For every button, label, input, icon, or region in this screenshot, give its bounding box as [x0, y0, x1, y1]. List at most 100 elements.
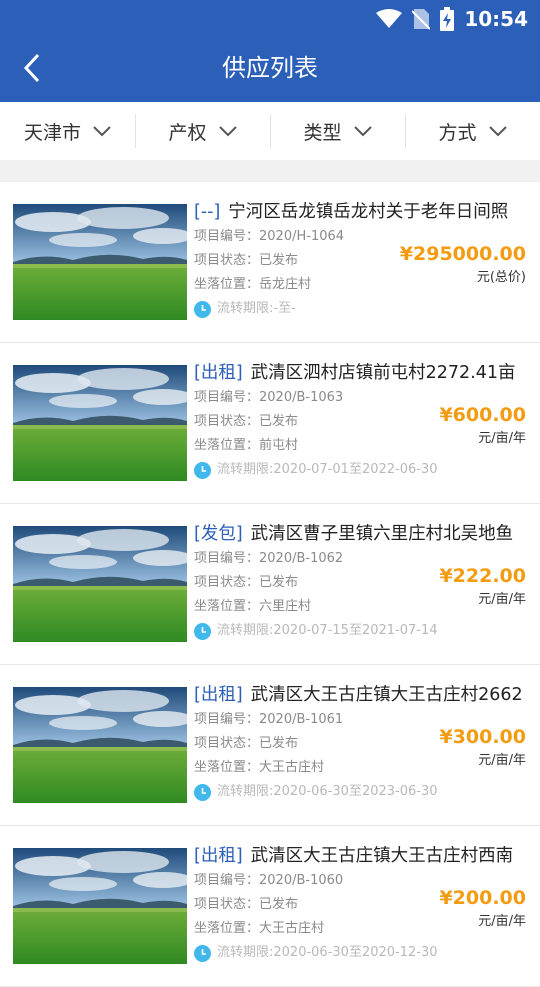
- item-price: ¥222.00 元/亩/年: [439, 562, 526, 610]
- period-value: 2020-07-15至2021-07-14: [273, 623, 438, 638]
- period-value: 2020-06-30至2020-12-30: [273, 945, 438, 960]
- app-header: 10:54 供应列表: [0, 0, 540, 102]
- field-thumbnail: [13, 204, 187, 320]
- clock-icon: [194, 783, 211, 801]
- price-amount: ¥300.00: [439, 726, 526, 748]
- field-thumbnail: [13, 526, 187, 642]
- field-thumbnail: [13, 687, 187, 803]
- item-title-text: 武清区泗村店镇前屯村2272.41亩: [250, 363, 516, 383]
- price-amount: ¥600.00: [439, 404, 526, 426]
- period-label: 流转期限:: [217, 301, 274, 316]
- filter-region[interactable]: 天津市: [0, 102, 135, 160]
- chevron-down-icon: [218, 125, 237, 136]
- period-value: 2020-07-01至2022-06-30: [273, 462, 438, 477]
- list-item[interactable]: [出租] 武清区泗村店镇前屯村2272.41亩 项目编号：2020/B-1063 …: [0, 343, 540, 504]
- price-unit: 元/亩/年: [478, 431, 526, 446]
- price-amount: ¥200.00: [439, 887, 526, 909]
- item-price: ¥600.00 元/亩/年: [439, 401, 526, 449]
- location-value: 大王古庄村: [259, 921, 325, 936]
- filter-type[interactable]: 类型: [270, 102, 405, 160]
- no-sim-icon: [412, 9, 431, 30]
- location-label: 坐落位置：: [194, 277, 260, 292]
- location-label: 坐落位置：: [194, 438, 260, 453]
- item-title: [发包] 武清区曹子里镇六里庄村北吴地鱼: [194, 521, 534, 547]
- section-divider: [0, 160, 540, 182]
- battery-charging-icon: [440, 7, 455, 31]
- price-unit: 元(总价): [476, 270, 526, 285]
- item-tag: [发包]: [194, 524, 243, 544]
- item-price: ¥295000.00 元(总价): [400, 240, 526, 288]
- period-label: 流转期限:: [217, 462, 274, 477]
- filter-label: 类型: [303, 121, 342, 144]
- item-title: [出租] 武清区泗村店镇前屯村2272.41亩: [194, 360, 534, 386]
- status-value: 已发布: [259, 414, 299, 429]
- item-title: [--] 宁河区岳龙镇岳龙村关于老年日间照: [194, 199, 534, 225]
- chevron-down-icon: [93, 125, 111, 136]
- period-label: 流转期限:: [217, 784, 274, 799]
- code-value: 2020/B-1063: [259, 390, 344, 405]
- item-title: [出租] 武清区大王古庄镇大王古庄村2662: [194, 682, 534, 708]
- item-period: 流转期限:2020-06-30至2020-12-30: [194, 941, 534, 965]
- period-label: 流转期限:: [217, 945, 274, 960]
- location-value: 前屯村: [259, 438, 299, 453]
- status-label: 项目状态：: [194, 575, 260, 590]
- page-title: 供应列表: [222, 54, 318, 82]
- item-period: 流转期限:2020-07-15至2021-07-14: [194, 619, 534, 643]
- price-amount: ¥222.00: [439, 565, 526, 587]
- price-amount: ¥295000.00: [399, 243, 526, 265]
- item-tag: [出租]: [194, 363, 243, 383]
- status-value: 已发布: [259, 736, 299, 751]
- code-label: 项目编号：: [194, 712, 260, 727]
- period-value: -至-: [273, 301, 296, 316]
- item-tag: [--]: [194, 202, 221, 222]
- price-unit: 元/亩/年: [478, 914, 526, 929]
- list-item[interactable]: [出租] 武清区大王古庄镇大王古庄村西南 项目编号：2020/B-1060 项目状…: [0, 826, 540, 987]
- supply-list: [--] 宁河区岳龙镇岳龙村关于老年日间照 项目编号：2020/H-1064 项目…: [0, 182, 540, 987]
- list-item[interactable]: [发包] 武清区曹子里镇六里庄村北吴地鱼 项目编号：2020/B-1062 项目状…: [0, 504, 540, 665]
- item-price: ¥200.00 元/亩/年: [439, 884, 526, 932]
- clock-icon: [194, 300, 211, 318]
- status-time: 10:54: [464, 7, 528, 31]
- price-unit: 元/亩/年: [478, 592, 526, 607]
- period-value: 2020-06-30至2023-06-30: [273, 784, 438, 799]
- clock-icon: [194, 622, 211, 640]
- filter-label: 方式: [438, 121, 477, 144]
- item-title-text: 武清区曹子里镇六里庄村北吴地鱼: [250, 524, 514, 544]
- code-value: 2020/B-1062: [259, 551, 344, 566]
- period-label: 流转期限:: [217, 623, 274, 638]
- item-title-text: 宁河区岳龙镇岳龙村关于老年日间照: [228, 202, 509, 222]
- item-tag: [出租]: [194, 685, 243, 705]
- item-period: 流转期限:2020-06-30至2023-06-30: [194, 780, 534, 804]
- status-label: 项目状态：: [194, 253, 260, 268]
- list-item[interactable]: [--] 宁河区岳龙镇岳龙村关于老年日间照 项目编号：2020/H-1064 项目…: [0, 182, 540, 343]
- code-value: 2020/B-1060: [259, 873, 344, 888]
- location-label: 坐落位置：: [194, 760, 260, 775]
- location-label: 坐落位置：: [194, 599, 260, 614]
- code-value: 2020/H-1064: [259, 229, 345, 244]
- code-label: 项目编号：: [194, 873, 260, 888]
- code-label: 项目编号：: [194, 551, 260, 566]
- location-value: 大王古庄村: [259, 760, 325, 775]
- location-value: 岳龙庄村: [259, 277, 312, 292]
- code-label: 项目编号：: [194, 229, 260, 244]
- status-label: 项目状态：: [194, 414, 260, 429]
- filter-label: 天津市: [23, 121, 81, 144]
- list-item[interactable]: [出租] 武清区大王古庄镇大王古庄村2662 项目编号：2020/B-1061 项…: [0, 665, 540, 826]
- status-value: 已发布: [259, 253, 299, 268]
- filter-bar: 天津市 产权 类型 方式: [0, 102, 540, 160]
- code-value: 2020/B-1061: [259, 712, 344, 727]
- chevron-down-icon: [353, 125, 372, 136]
- item-title: [出租] 武清区大王古庄镇大王古庄村西南: [194, 843, 534, 869]
- field-thumbnail: [13, 848, 187, 964]
- wifi-icon: [376, 9, 403, 28]
- item-period: 流转期限:-至-: [194, 297, 534, 321]
- filter-method[interactable]: 方式: [405, 102, 540, 160]
- code-label: 项目编号：: [194, 390, 260, 405]
- location-value: 六里庄村: [259, 599, 312, 614]
- status-value: 已发布: [259, 897, 299, 912]
- filter-label: 产权: [168, 121, 207, 144]
- filter-property[interactable]: 产权: [135, 102, 270, 160]
- item-tag: [出租]: [194, 846, 243, 866]
- status-bar: 10:54: [376, 6, 528, 32]
- status-label: 项目状态：: [194, 897, 260, 912]
